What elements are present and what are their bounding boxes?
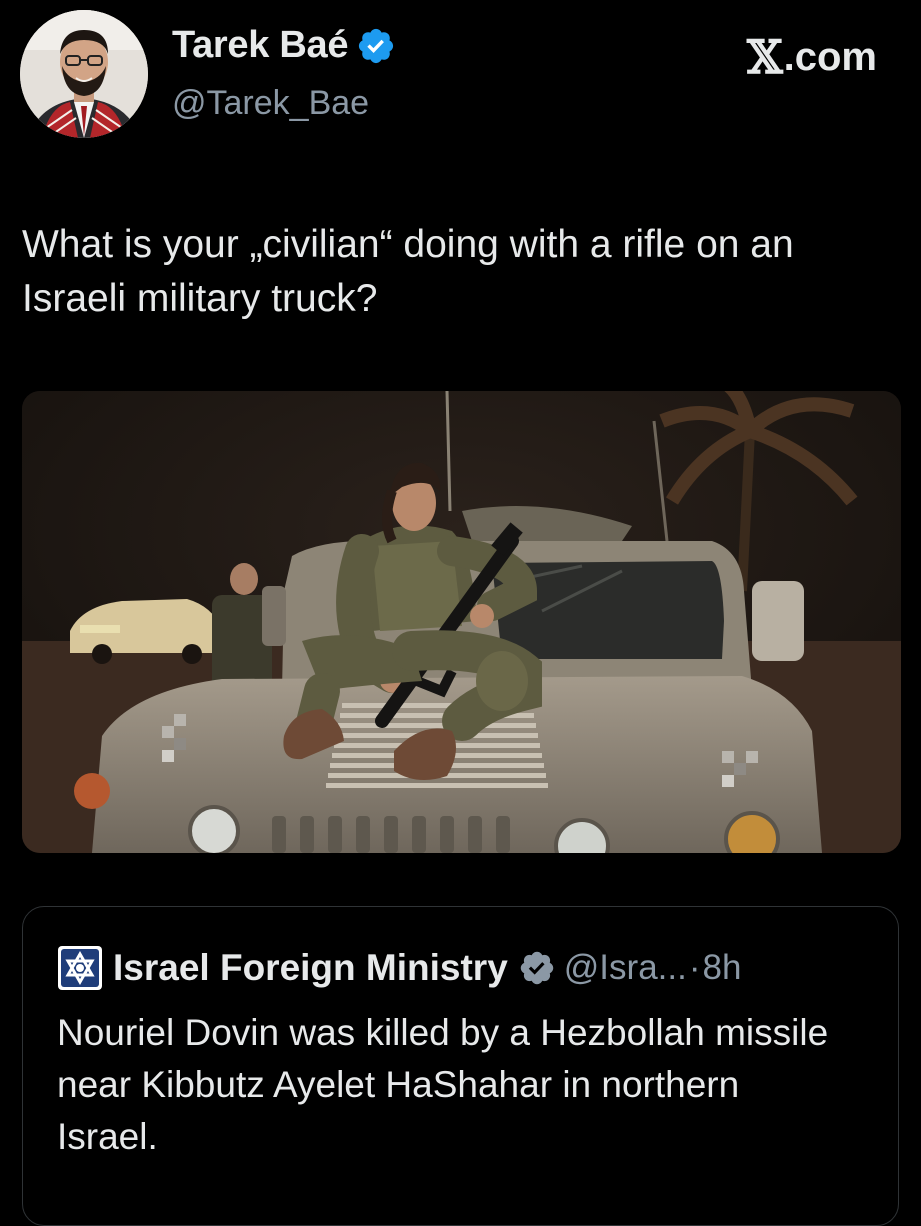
x-com-text: .com	[783, 34, 877, 79]
tweet-media-photo[interactable]	[22, 391, 901, 853]
author-handle[interactable]: @Tarek_Bae	[172, 84, 369, 123]
tweet-text: What is your „civilian“ doing with a rif…	[22, 223, 794, 320]
quoted-timestamp[interactable]: 8h	[702, 948, 741, 988]
israel-emblem-icon	[58, 946, 102, 990]
author-display-name[interactable]: Tarek Baé	[172, 24, 348, 67]
verified-badge-icon	[359, 28, 394, 63]
quoted-tweet-card[interactable]: Israel Foreign Ministry @Isra... · 8h No…	[22, 906, 899, 1226]
author-name-row[interactable]: Tarek Baé	[172, 24, 396, 67]
author-avatar[interactable]	[20, 10, 148, 138]
quoted-author-handle[interactable]: @Isra...	[564, 948, 687, 988]
quoted-separator: ·	[688, 948, 701, 987]
quoted-author-name[interactable]: Israel Foreign Ministry	[113, 947, 508, 989]
avatar-image	[20, 10, 148, 138]
quoted-tweet-text: Nouriel Dovin was killed by a Hezbollah …	[57, 1012, 829, 1157]
soldier-photo-image	[22, 391, 901, 853]
x-com-branding: 𝕏 .com	[747, 30, 877, 84]
quoted-tweet-header: Israel Foreign Ministry @Isra... · 8h	[57, 945, 741, 991]
x-logo-icon: 𝕏	[746, 30, 783, 84]
quoted-verified-badge-icon	[520, 951, 554, 985]
